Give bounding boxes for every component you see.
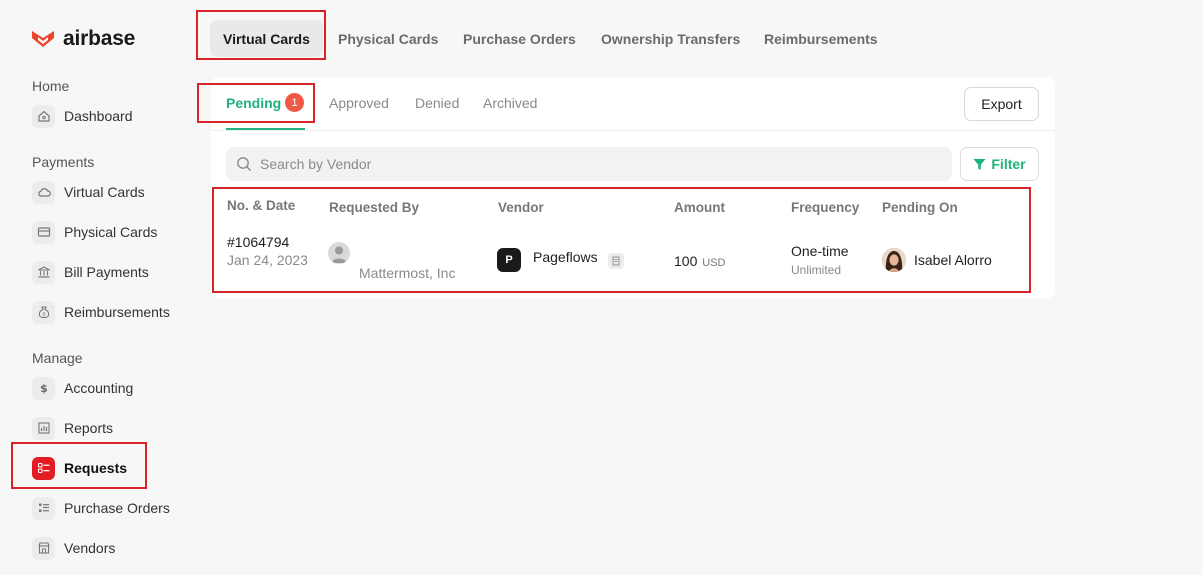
request-date: Jan 24, 2023	[227, 252, 308, 268]
airbase-logo-icon	[32, 31, 54, 47]
approver-avatar	[882, 248, 906, 272]
sidebar-item-bill-payments[interactable]: Bill Payments	[32, 259, 149, 285]
filter-icon	[973, 158, 986, 170]
sidebar-item-dashboard[interactable]: Dashboard	[32, 103, 133, 129]
sidebar-item-requests[interactable]: Requests	[32, 455, 127, 481]
brand-name: airbase	[63, 27, 136, 50]
request-number: #1064794	[227, 234, 290, 250]
search-input[interactable]	[260, 156, 910, 172]
svg-text:$: $	[42, 312, 45, 318]
export-button[interactable]: Export	[964, 87, 1039, 121]
vendor-search-box[interactable]	[226, 147, 952, 181]
sidebar-item-label: Requests	[64, 460, 128, 476]
sidebar-item-reimbursements[interactable]: $ Reimbursements	[32, 299, 170, 325]
money-bag-icon: $	[32, 300, 55, 324]
sidebar: airbase Home Dashboard Payments Virtual …	[0, 0, 195, 575]
filter-button[interactable]: Filter	[960, 147, 1039, 181]
sidebar-item-vendors[interactable]: Vendors	[32, 535, 115, 561]
subtab-pending[interactable]: Pending	[226, 95, 281, 111]
sidebar-item-label: Reimbursements	[64, 304, 170, 320]
store-icon	[32, 536, 55, 560]
cloud-icon	[32, 180, 55, 204]
sidebar-item-virtual-cards[interactable]: Virtual Cards	[32, 179, 145, 205]
dollar-icon: $	[32, 376, 55, 400]
requested-by-name: Mattermost, Inc	[359, 265, 456, 281]
sidebar-item-physical-cards[interactable]: Physical Cards	[32, 219, 157, 245]
checklist-icon	[32, 456, 55, 480]
column-header-amount: Amount	[674, 200, 725, 215]
column-header-requested-by: Requested By	[329, 200, 420, 215]
tab-purchase-orders[interactable]: Purchase Orders	[450, 20, 589, 57]
tab-physical-cards[interactable]: Physical Cards	[325, 20, 451, 57]
amount-currency: USD	[702, 257, 726, 269]
filter-label: Filter	[991, 156, 1026, 172]
subtab-archived[interactable]: Archived	[483, 95, 537, 111]
sidebar-item-reports[interactable]: Reports	[32, 415, 113, 441]
home-icon	[32, 104, 55, 128]
frequency-limit: Unlimited	[791, 263, 842, 277]
sidebar-item-label: Physical Cards	[64, 224, 158, 240]
sidebar-item-label: Virtual Cards	[64, 184, 145, 200]
requester-avatar	[328, 242, 350, 264]
column-header-pending-on: Pending On	[882, 200, 958, 215]
vendor-logo: P	[497, 248, 521, 272]
credit-card-icon	[32, 220, 55, 244]
bank-icon	[32, 260, 55, 284]
frequency-value: One-time	[791, 243, 849, 259]
sidebar-item-accounting[interactable]: $ Accounting	[32, 375, 133, 401]
receipt-icon[interactable]	[608, 253, 624, 269]
section-label-home: Home	[32, 78, 70, 94]
section-label-payments: Payments	[32, 154, 95, 170]
sidebar-item-label: Reports	[64, 420, 114, 436]
sidebar-item-label: Dashboard	[64, 108, 133, 124]
amount-number: 100	[674, 253, 698, 269]
amount-value: 100 USD	[674, 253, 725, 269]
section-label-manage: Manage	[32, 350, 83, 366]
sidebar-item-purchase-orders[interactable]: Purchase Orders	[32, 495, 170, 521]
tab-virtual-cards[interactable]: Virtual Cards	[210, 20, 323, 57]
column-header-number-date: No. & Date	[227, 198, 296, 213]
pending-count-badge: 1	[285, 93, 304, 112]
sidebar-item-label: Accounting	[64, 380, 134, 396]
tab-reimbursements[interactable]: Reimbursements	[751, 20, 891, 57]
pending-on-name: Isabel Alorro	[914, 252, 992, 268]
sidebar-item-label: Vendors	[64, 540, 116, 556]
subtab-approved[interactable]: Approved	[329, 95, 389, 111]
airbase-logo[interactable]: airbase	[31, 27, 135, 51]
svg-text:$: $	[40, 382, 48, 395]
subtab-denied[interactable]: Denied	[415, 95, 459, 111]
search-icon	[237, 157, 251, 171]
column-header-frequency: Frequency	[791, 200, 860, 215]
column-header-vendor: Vendor	[498, 200, 544, 215]
tab-ownership-transfers[interactable]: Ownership Transfers	[588, 20, 753, 57]
sidebar-item-label: Purchase Orders	[64, 500, 170, 516]
sidebar-item-label: Bill Payments	[64, 264, 149, 280]
subtab-divider	[211, 130, 1055, 131]
bar-chart-icon	[32, 416, 55, 440]
list-icon	[32, 496, 55, 520]
vendor-name[interactable]: Pageflows	[533, 249, 598, 265]
